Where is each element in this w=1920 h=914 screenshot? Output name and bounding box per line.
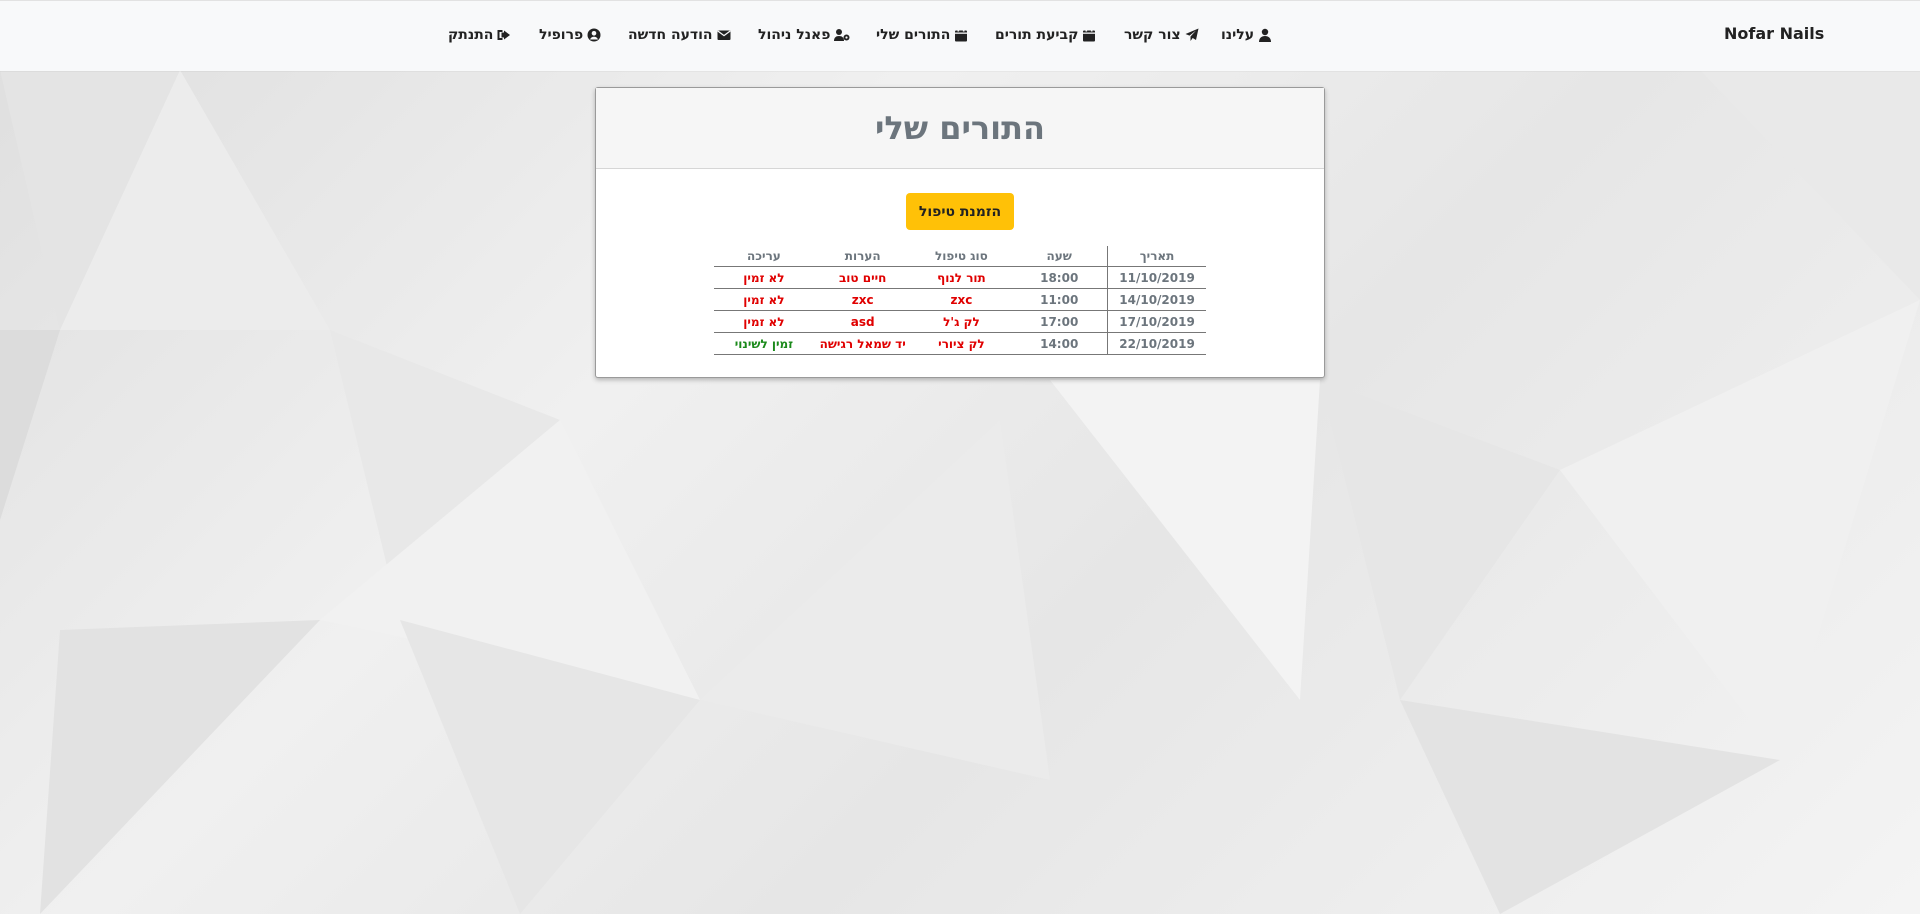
table-row: 22/10/2019 14:00 לק ציורי יד שמאל רגישה … [714, 332, 1206, 355]
appointment-date: 14/10/2019 [1107, 288, 1206, 311]
appointment-type: zxc [911, 288, 1012, 311]
table-row: 17/10/2019 17:00 לק ג'ל asd לא זמין [714, 310, 1206, 333]
appointment-type: לק ג'ל [911, 310, 1012, 333]
appointment-notes: asd [813, 310, 912, 333]
nav-item-label: קביעת תורים [995, 27, 1079, 43]
nav-item-contact[interactable]: צור קשר [1124, 25, 1199, 45]
edit-status: לא זמין [714, 266, 814, 289]
appointment-date: 11/10/2019 [1107, 266, 1206, 289]
table-header-row: תאריך שעה סוג טיפול הערות עריכה [714, 246, 1206, 267]
nav-menu: עלינו צור קשר קביעת תורים התורים שלי פאנ… [0, 1, 1920, 71]
top-navbar: Nofar Nails עלינו צור קשר קביעת תורים הת… [0, 0, 1920, 71]
appointment-time: 14:00 [1011, 332, 1108, 355]
appointment-notes: חיים טוב [813, 266, 912, 289]
appointment-time: 11:00 [1011, 288, 1108, 311]
card-header: התורים שלי [596, 88, 1324, 169]
appointment-time: 17:00 [1011, 310, 1108, 333]
user-icon [1259, 28, 1272, 42]
nav-item-new-message[interactable]: הודעה חדשה [628, 25, 731, 45]
sign-out-icon [497, 30, 511, 40]
user-circle-icon [587, 28, 601, 42]
paper-plane-icon [1185, 28, 1199, 41]
nav-item-my-appointments[interactable]: התורים שלי [876, 25, 968, 45]
appointments-card: התורים שלי הזמנת טיפול תאריך שעה סוג טיפ… [595, 87, 1325, 378]
users-cog-icon [834, 29, 850, 41]
edit-status: לא זמין [714, 288, 814, 311]
column-header-notes: הערות [844, 249, 881, 263]
envelope-icon [716, 30, 731, 40]
table-row: 14/10/2019 11:00 zxc zxc לא זמין [714, 288, 1206, 311]
book-treatment-button[interactable]: הזמנת טיפול [906, 193, 1014, 230]
nav-item-label: עלינו [1221, 27, 1255, 43]
appointments-table: תאריך שעה סוג טיפול הערות עריכה 11/10/20… [714, 246, 1206, 355]
column-header-treatment-type: סוג טיפול [935, 249, 988, 263]
edit-status: לא זמין [714, 310, 814, 333]
calendar-icon [1083, 28, 1096, 42]
nav-item-label: התנתק [448, 27, 494, 43]
edit-available-link[interactable]: זמין לשינוי [714, 332, 814, 355]
nav-item-about[interactable]: עלינו [1221, 25, 1272, 45]
nav-item-label: התורים שלי [876, 27, 951, 43]
nav-item-profile[interactable]: פרופיל [539, 25, 601, 45]
appointment-type: לק ציורי [911, 332, 1012, 355]
appointment-type: תור לנוף [911, 266, 1012, 289]
nav-item-book-appointments[interactable]: קביעת תורים [995, 25, 1096, 45]
appointment-notes: יד שמאל רגישה [813, 332, 912, 355]
appointment-notes: zxc [813, 288, 912, 311]
nav-item-logout[interactable]: התנתק [448, 25, 511, 45]
nav-item-label: פרופיל [539, 27, 584, 43]
appointment-time: 18:00 [1011, 266, 1108, 289]
page-title: התורים שלי [875, 109, 1045, 147]
nav-item-label: צור קשר [1124, 27, 1181, 43]
nav-item-admin-panel[interactable]: פאנל ניהול [758, 25, 850, 45]
appointment-date: 17/10/2019 [1107, 310, 1206, 333]
column-header-edit: עריכה [747, 249, 781, 263]
column-header-time: שעה [1046, 249, 1072, 263]
calendar-icon [955, 28, 968, 42]
nav-item-label: פאנל ניהול [758, 27, 831, 43]
column-header-date: תאריך [1107, 246, 1206, 267]
nav-item-label: הודעה חדשה [628, 27, 713, 43]
appointment-date: 22/10/2019 [1107, 332, 1206, 355]
table-row: 11/10/2019 18:00 תור לנוף חיים טוב לא זמ… [714, 266, 1206, 289]
